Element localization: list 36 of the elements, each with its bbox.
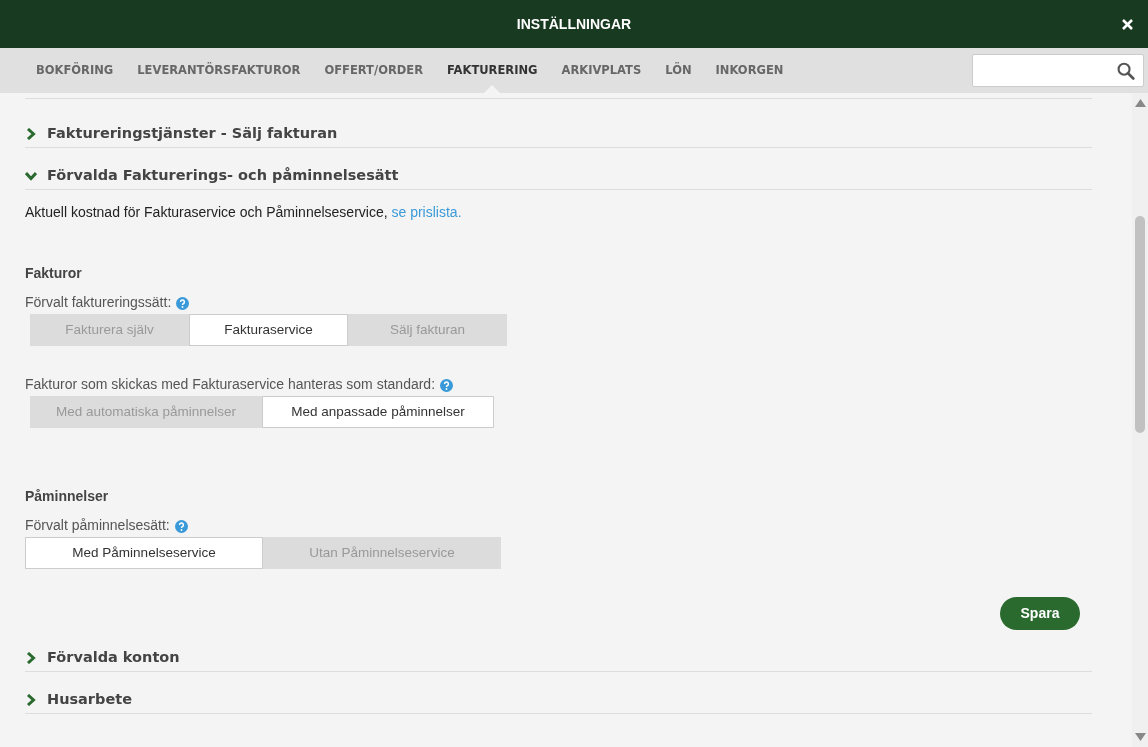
save-button[interactable]: Spara [1000,597,1080,630]
help-icon[interactable] [440,378,454,392]
scrollbar-thumb[interactable] [1135,216,1145,433]
section-title[interactable]: Faktureringstjänster - Sälj fakturan [47,123,338,145]
tab[interactable]: LEVERANTÖRSFAKTUROR [125,48,313,93]
intro-text: Aktuell kostnad för Fakturaservice och Påminnelseservice, se prislista. [25,203,463,222]
group-heading: Fakturor [25,264,83,283]
tab[interactable]: LÖN [653,48,704,93]
section-title[interactable]: Husarbete [47,689,132,711]
tab[interactable]: ARKIVPLATS [549,48,654,93]
tab[interactable]: BOKFÖRING [24,48,126,93]
segment-option[interactable]: Med anpassade påminnelser [262,396,494,428]
help-icon[interactable] [176,296,190,310]
tab[interactable]: FAKTURERING [435,48,550,93]
section-title[interactable]: Förvalda Fakturerings- och påminnelsesätt [47,165,399,187]
chevron-right-icon[interactable] [25,652,37,664]
tab[interactable]: INKORGEN [703,48,796,93]
field-label: Fakturor som skickas med Fakturaservice hanteras som standard: [25,375,436,394]
section-title[interactable]: Förvalda konton [47,647,180,669]
search-icon[interactable] [1117,60,1135,81]
chevron-right-icon[interactable] [25,128,37,140]
field-label: Förvalt faktureringssätt: [25,293,172,312]
group-heading: Påminnelser [25,487,110,506]
price-list-link[interactable]: se prislista. [391,204,462,220]
search-field[interactable] [972,54,1144,87]
chevron-right-icon[interactable] [25,694,37,706]
segment-option[interactable]: Fakturaservice [189,314,348,346]
scroll-up-icon[interactable] [1134,99,1146,107]
chevron-down-icon[interactable] [25,170,37,182]
tab[interactable]: OFFERT/ORDER [312,48,436,93]
segment-option[interactable]: Med Påminnelseservice [25,537,263,569]
close-icon[interactable] [1122,19,1133,30]
scroll-down-icon[interactable] [1134,733,1146,741]
help-icon[interactable] [174,519,188,533]
field-label: Förvalt påminnelsesätt: [25,516,170,535]
window-title: INSTÄLLNINGAR [516,14,632,34]
